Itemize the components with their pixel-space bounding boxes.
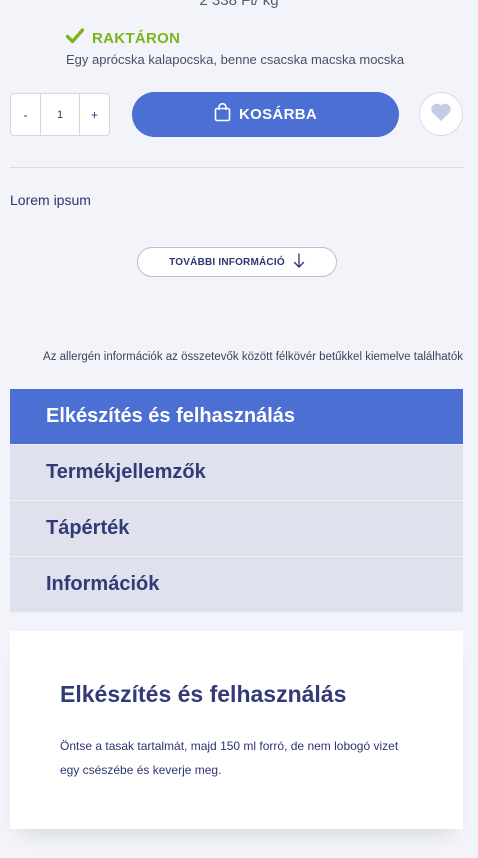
- divider: [10, 167, 463, 168]
- short-description: Lorem ipsum: [10, 192, 91, 208]
- shopping-bag-icon: [214, 102, 231, 126]
- stock-label: RAKTÁRON: [92, 30, 181, 47]
- add-to-cart-button[interactable]: KOSÁRBA: [132, 92, 399, 137]
- tab-preparation[interactable]: Elkészítés és felhasználás: [10, 389, 463, 445]
- product-tabs: Elkészítés és felhasználás Termékjellemz…: [10, 389, 463, 613]
- more-info-label: TOVÁBBI INFORMÁCIÓ: [169, 256, 285, 268]
- heart-icon: [430, 102, 452, 127]
- arrow-down-icon: [293, 252, 305, 272]
- quantity-decrease-button[interactable]: -: [11, 94, 40, 135]
- quantity-increase-button[interactable]: +: [80, 94, 109, 135]
- stock-status: RAKTÁRON: [65, 28, 181, 49]
- quantity-stepper: - +: [10, 93, 110, 136]
- checkmark-icon: [65, 28, 85, 49]
- stock-description: Egy aprócska kalapocska, benne csacska m…: [66, 52, 405, 67]
- add-to-cart-label: KOSÁRBA: [239, 106, 317, 123]
- tab-nutrition[interactable]: Tápérték: [10, 501, 463, 557]
- allergen-note: Az allergén információk az összetevők kö…: [43, 351, 463, 363]
- wishlist-button[interactable]: [419, 92, 463, 136]
- product-price: 2 338 Ft/ kg: [199, 0, 279, 9]
- panel-title: Elkészítés és felhasználás: [60, 681, 347, 707]
- panel-text: Öntse a tasak tartalmát, majd 150 ml for…: [60, 739, 399, 777]
- tab-information[interactable]: Információk: [10, 557, 463, 613]
- quantity-input[interactable]: [40, 94, 80, 135]
- tab-characteristics[interactable]: Termékjellemzők: [10, 445, 463, 501]
- tab-panel: Elkészítés és felhasználás Öntse a tasak…: [10, 631, 463, 829]
- more-info-button[interactable]: TOVÁBBI INFORMÁCIÓ: [137, 247, 337, 277]
